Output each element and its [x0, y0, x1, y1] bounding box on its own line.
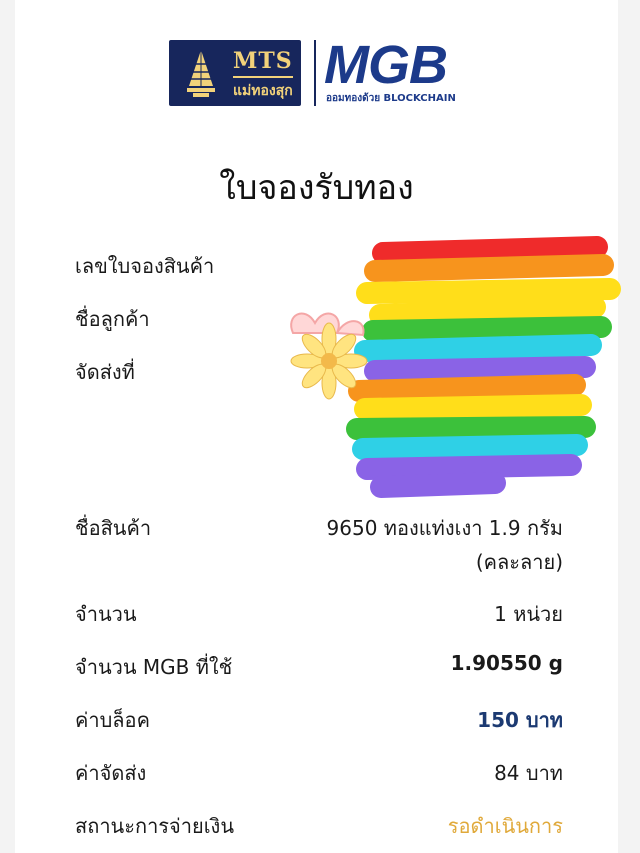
reservation-card: MTS แม่ทองสุก MGB ออมทองด้วย BLOCKCHAIN … [15, 0, 621, 853]
quantity-label: จำนวน [75, 602, 137, 626]
customer-name-label: ชื่อลูกค้า [75, 307, 150, 331]
shipping-fee-label: ค่าจัดส่ง [75, 761, 147, 785]
product-name-label: ชื่อสินค้า [75, 516, 152, 540]
page-title: ใบจองรับทอง [219, 168, 414, 208]
mgb-wordmark: MGB [324, 35, 448, 95]
mts-thai-name: แม่ทองสุก [233, 83, 293, 99]
payment-status-label: สถานะการจ่ายเงิน [75, 814, 234, 838]
mts-underline [233, 76, 293, 78]
shipping-address-label: จัดส่งที่ [75, 360, 135, 384]
mgb-used-label: จำนวน MGB ที่ใช้ [75, 655, 233, 679]
logo-divider [314, 40, 316, 106]
mts-wordmark: MTS [233, 48, 293, 74]
product-name-value-line2: (คละลาย) [475, 550, 563, 574]
block-fee-value: 150 บาท [477, 708, 563, 732]
temple-emblem-icon [187, 50, 215, 97]
quantity-value: 1 หน่วย [494, 602, 563, 626]
block-fee-label: ค่าบล็อค [75, 708, 150, 732]
mgb-tagline: ออมทองด้วย BLOCKCHAIN [326, 93, 456, 104]
mts-logo: MTS แม่ทองสุก [169, 40, 301, 106]
order-number-label: เลขใบจองสินค้า [75, 254, 215, 278]
mgb-used-value: 1.90550 g [450, 651, 563, 675]
product-name-value-line1: 9650 ทองแท่งเงา 1.9 กรัม [326, 516, 563, 540]
shipping-fee-value: 84 บาท [494, 761, 563, 785]
payment-status-value: รอดำเนินการ [447, 814, 563, 838]
brand-logo: MTS แม่ทองสุก MGB ออมทองด้วย BLOCKCHAIN [169, 35, 473, 106]
redaction-scribble [290, 236, 621, 498]
